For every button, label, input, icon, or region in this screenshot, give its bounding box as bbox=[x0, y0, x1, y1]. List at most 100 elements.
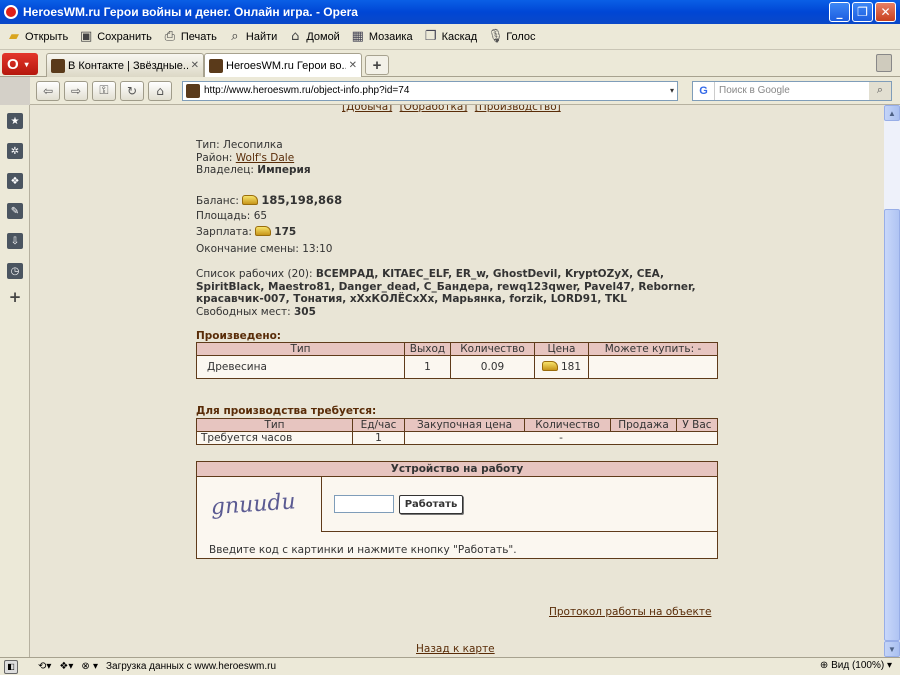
captcha-image: gnuudu bbox=[197, 477, 322, 532]
voice-button[interactable]: 🎙 Голос bbox=[487, 29, 535, 45]
add-panel-icon[interactable]: + bbox=[7, 288, 23, 306]
tab-label: HeroesWM.ru Герои во... bbox=[226, 59, 346, 72]
link-dobycha[interactable]: [Добыча] bbox=[342, 105, 392, 113]
page-content: [Добыча] [Обработка] [Производство] Тип:… bbox=[30, 105, 884, 657]
workers-line-2: SpiritBlack, Maestro81, Danger_dead, C_Б… bbox=[196, 280, 696, 293]
widgets-icon[interactable]: ✲ bbox=[7, 143, 23, 159]
plus-icon: + bbox=[372, 56, 382, 74]
col-quantity: Количество bbox=[524, 418, 611, 432]
minimize-button[interactable]: _ bbox=[829, 2, 850, 22]
home-nav-button[interactable]: ⌂ bbox=[148, 80, 172, 101]
history-icon[interactable]: ◷ bbox=[7, 263, 23, 279]
col-price: Цена bbox=[534, 342, 589, 356]
google-icon[interactable]: G bbox=[693, 81, 715, 100]
cascade-button[interactable]: ❐ Каскад bbox=[423, 28, 478, 45]
panel-toggle-icon[interactable]: ◧ bbox=[4, 659, 18, 674]
window-title: HeroesWM.ru Герои войны и денег. Онлайн … bbox=[23, 5, 358, 19]
col-purchase-price: Закупочная цена bbox=[404, 418, 525, 432]
tab-close-icon[interactable]: ✕ bbox=[349, 60, 357, 71]
cascade-icon: ❐ bbox=[424, 28, 437, 44]
work-button[interactable]: Работать bbox=[399, 495, 463, 514]
cell-can-buy bbox=[588, 355, 718, 379]
opera-menu-button[interactable]: O ▾ bbox=[2, 53, 38, 75]
chevron-down-icon[interactable]: ▾ bbox=[670, 86, 674, 95]
sync-icon[interactable]: ⟲▾ bbox=[38, 661, 51, 672]
print-label: Печать bbox=[180, 30, 217, 43]
tab-close-icon[interactable]: ✕ bbox=[191, 60, 199, 71]
status-bar: ◧ ⟲▾ ❖▾ ⊗ ▾ Загрузка данных с www.heroes… bbox=[0, 657, 900, 675]
maximize-button[interactable]: ❐ bbox=[852, 2, 873, 22]
tab-vkontakte[interactable]: В Контакте | Звёздные... ✕ bbox=[46, 53, 204, 77]
home-button[interactable]: ⌂ Домой bbox=[287, 29, 340, 45]
job-application-box: Устройство на работу gnuudu Работать Вве… bbox=[196, 461, 718, 559]
captcha-instruction: Введите код с картинки и нажмите кнопку … bbox=[209, 544, 517, 556]
shift-label: Окончание смены: bbox=[196, 243, 299, 255]
cell-type: Древесина bbox=[196, 355, 405, 379]
close-button[interactable]: ✕ bbox=[875, 2, 896, 22]
required-title: Для производства требуется: bbox=[196, 405, 377, 417]
price-value: 181 bbox=[560, 361, 582, 373]
back-button[interactable]: ⇦ bbox=[36, 80, 60, 101]
voice-label: Голос bbox=[506, 30, 536, 43]
trash-icon[interactable] bbox=[876, 54, 892, 72]
link-proizvodstvo[interactable]: [Производство] bbox=[475, 105, 561, 113]
scroll-up-icon[interactable]: ▲ bbox=[884, 105, 900, 121]
scroll-thumb[interactable] bbox=[884, 209, 900, 641]
protocol-link[interactable]: Протокол работы на объекте bbox=[549, 606, 711, 618]
back-to-map-link[interactable]: Назад к карте bbox=[416, 643, 495, 655]
cell-output: 1 bbox=[404, 355, 451, 379]
type-label: Тип: bbox=[196, 139, 220, 151]
tile-icon: ▦ bbox=[351, 28, 364, 44]
tab-bar: O ▾ В Контакте | Звёздные... ✕ HeroesWM.r… bbox=[0, 50, 900, 77]
cell-rest: - bbox=[404, 431, 718, 445]
open-button[interactable]: ▰ Открыть bbox=[6, 29, 68, 45]
reload-button[interactable]: ↻ bbox=[120, 80, 144, 101]
zoom-text: Вид (100%) bbox=[831, 660, 885, 671]
window-titlebar[interactable]: HeroesWM.ru Герои войны и денег. Онлайн … bbox=[0, 0, 900, 24]
new-tab-button[interactable]: + bbox=[365, 55, 389, 75]
district-link[interactable]: Wolf's Dale bbox=[236, 152, 294, 164]
turbo-icon[interactable]: ⊗ ▾ bbox=[81, 661, 98, 672]
tab-heroeswm[interactable]: HeroesWM.ru Герои во... ✕ bbox=[204, 53, 362, 77]
free-places-label: Свободных мест: bbox=[196, 305, 291, 318]
table-header-row: Тип Выход Количество Цена Можете купить:… bbox=[196, 342, 718, 356]
search-input[interactable]: G Поиск в Google ⌕ bbox=[692, 80, 892, 101]
col-sale: Продажа bbox=[610, 418, 677, 432]
workers-line-3: красавчик-007, Тонатия, xXxКОЛЁСxXx, Мар… bbox=[196, 293, 628, 305]
shift-end-row: Окончание смены: 13:10 bbox=[196, 243, 332, 255]
folder-icon: ▰ bbox=[9, 28, 19, 44]
find-button[interactable]: ⌕ Найти bbox=[227, 29, 277, 45]
reload-icon: ↻ bbox=[126, 83, 138, 98]
search-go-icon[interactable]: ⌕ bbox=[869, 81, 891, 100]
downloads-icon[interactable]: ⇩ bbox=[7, 233, 23, 249]
captcha-input[interactable] bbox=[334, 495, 394, 513]
cell-quantity: 0.09 bbox=[450, 355, 535, 379]
address-input[interactable]: http://www.heroeswm.ru/object-info.php?i… bbox=[182, 80, 678, 101]
col-output: Выход bbox=[404, 342, 451, 356]
arrow-left-icon: ⇦ bbox=[42, 83, 54, 98]
home-icon: ⌂ bbox=[291, 28, 300, 44]
col-quantity: Количество bbox=[450, 342, 535, 356]
zoom-control[interactable]: ⊕ Вид (100%) ▾ bbox=[820, 660, 892, 671]
unite-status-icon[interactable]: ❖▾ bbox=[59, 661, 73, 672]
print-button[interactable]: ⎙ Печать bbox=[162, 29, 217, 45]
url-text: http://www.heroeswm.ru/object-info.php?i… bbox=[204, 85, 410, 96]
cascade-label: Каскад bbox=[441, 30, 478, 43]
link-obrabotka[interactable]: [Обработка] bbox=[400, 105, 468, 113]
forward-button[interactable]: ⇨ bbox=[64, 80, 88, 101]
scroll-down-icon[interactable]: ▼ bbox=[884, 641, 900, 657]
area-value: 65 bbox=[253, 210, 268, 222]
save-icon: ▣ bbox=[80, 28, 93, 44]
wand-button[interactable]: ⚿ bbox=[92, 80, 116, 101]
opera-logo-icon: O bbox=[7, 55, 19, 73]
chevron-down-icon: ▾ bbox=[24, 59, 29, 69]
bookmarks-icon[interactable]: ★ bbox=[7, 113, 23, 129]
main-toolbar: ▰ Открыть ▣ Сохранить ⎙ Печать ⌕ Найти ⌂ Домо… bbox=[0, 24, 900, 50]
unite-icon[interactable]: ❖ bbox=[7, 173, 23, 189]
vertical-scrollbar[interactable]: ▲ ▼ bbox=[884, 105, 900, 657]
tile-button[interactable]: ▦ Мозаика bbox=[350, 29, 413, 45]
col-type: Тип bbox=[196, 342, 405, 356]
notes-icon[interactable]: ✎ bbox=[7, 203, 23, 219]
shift-value: 13:10 bbox=[302, 243, 333, 255]
save-button[interactable]: ▣ Сохранить bbox=[78, 29, 152, 45]
